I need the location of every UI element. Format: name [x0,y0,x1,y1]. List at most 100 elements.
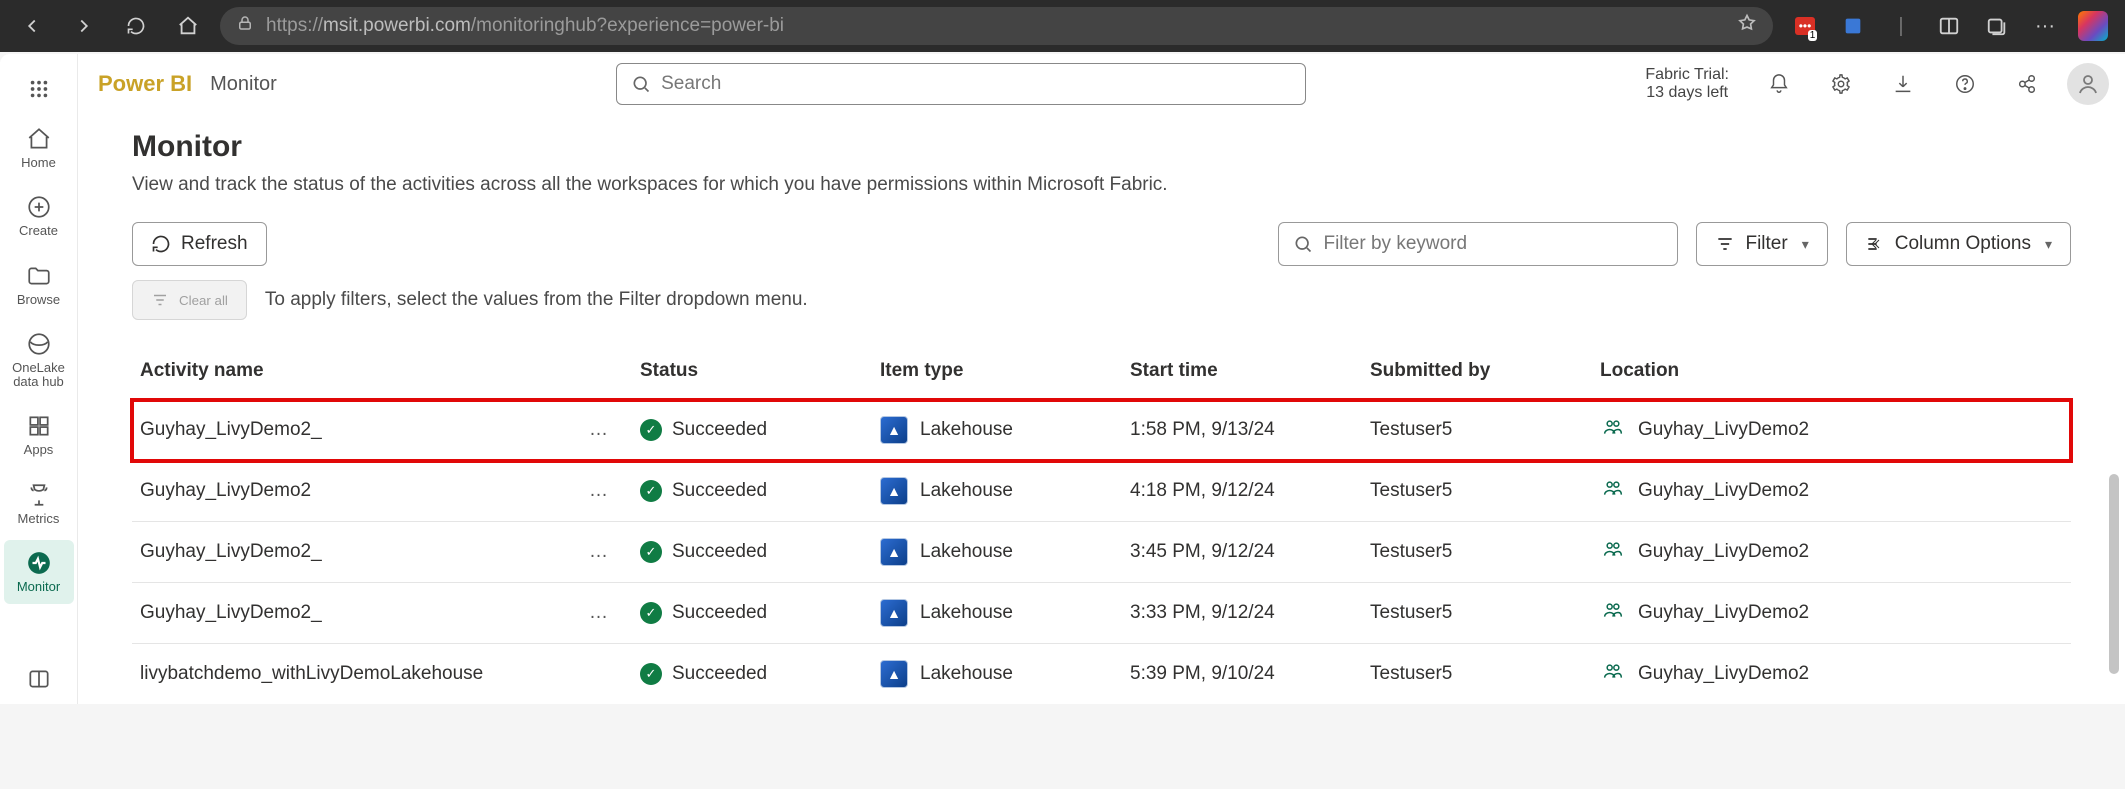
columns-icon [1865,234,1885,254]
nav-onelake[interactable]: OneLake data hub [4,321,74,400]
nav-onelake-label: OneLake data hub [4,361,74,390]
people-icon [1600,600,1626,626]
nav-monitor[interactable]: Monitor [4,540,74,604]
share-icon[interactable] [2005,62,2049,106]
scrollbar[interactable] [2109,474,2119,674]
submitted-by: Testuser5 [1362,522,1592,583]
filter-button[interactable]: Filter ▾ [1696,222,1827,266]
clear-all-button[interactable]: Clear all [132,280,247,320]
top-bar: Power BI Monitor Search Fabric Trial: 13… [78,54,2125,114]
nav-browse-label: Browse [17,293,60,307]
more-icon[interactable]: … [589,541,624,563]
people-icon [1600,417,1626,443]
refresh-button[interactable]: Refresh [132,222,267,266]
split-screen-icon[interactable] [1929,6,1969,46]
status-text: Succeeded [672,480,767,502]
back-button[interactable] [12,6,52,46]
submitted-by: Testuser5 [1362,461,1592,522]
table-row[interactable]: Guyhay_LivyDemo2_…✓Succeeded▲Lakehouse3:… [132,583,2071,644]
nav-apps-label: Apps [24,443,54,457]
notes-icon[interactable] [1833,6,1873,46]
clear-icon [151,291,169,309]
col-status[interactable]: Status [632,348,872,400]
content: Monitor View and track the status of the… [78,114,2125,704]
user-avatar[interactable] [2067,63,2109,105]
main-area: Power BI Monitor Search Fabric Trial: 13… [78,54,2125,704]
col-location[interactable]: Location [1592,348,2071,400]
location-text: Guyhay_LivyDemo2 [1638,541,1809,563]
page-title: Monitor [132,130,2071,164]
lakehouse-icon: ▲ [880,660,908,688]
column-options-button[interactable]: Column Options ▾ [1846,222,2071,266]
col-activity[interactable]: Activity name [132,348,632,400]
activity-name: Guyhay_LivyDemo2_ [140,541,322,563]
download-icon[interactable] [1881,62,1925,106]
start-time: 4:18 PM, 9/12/24 [1122,461,1362,522]
activity-name: livybatchdemo_withLivyDemoLakehouse [140,663,483,685]
breadcrumb[interactable]: Monitor [210,73,277,96]
address-bar[interactable]: https://msit.powerbi.com/monitoringhub?e… [220,7,1773,45]
submitted-by: Testuser5 [1362,400,1592,461]
col-item-type[interactable]: Item type [872,348,1122,400]
lakehouse-icon: ▲ [880,416,908,444]
lock-icon [236,14,254,38]
activity-name: Guyhay_LivyDemo2 [140,480,311,502]
left-nav: Home Create Browse OneLake data hub Apps… [0,54,78,704]
success-icon: ✓ [640,541,662,563]
table-row[interactable]: Guyhay_LivyDemo2_…✓Succeeded▲Lakehouse3:… [132,522,2071,583]
copilot-icon[interactable] [2073,6,2113,46]
refresh-icon [151,234,171,254]
more-icon[interactable]: … [589,480,624,502]
home-button[interactable] [168,6,208,46]
people-icon [1600,539,1626,565]
nav-home-label: Home [21,156,56,170]
extension-icon[interactable]: •••1 [1785,6,1825,46]
location-text: Guyhay_LivyDemo2 [1638,602,1809,624]
nav-apps[interactable]: Apps [4,403,74,467]
nav-metrics-label: Metrics [18,512,60,526]
start-time: 5:39 PM, 9/10/24 [1122,644,1362,705]
browser-toolbar: https://msit.powerbi.com/monitoringhub?e… [0,0,2125,52]
global-search[interactable]: Search [616,63,1306,105]
chevron-down-icon: ▾ [1802,236,1809,253]
help-icon[interactable] [1943,62,1987,106]
status-text: Succeeded [672,602,767,624]
filter-hint: To apply filters, select the values from… [265,289,808,311]
more-icon[interactable]: … [589,419,624,441]
forward-button[interactable] [64,6,104,46]
table-row[interactable]: livybatchdemo_withLivyDemoLakehouse✓Succ… [132,644,2071,705]
toolbar: Refresh Filter by keyword Filter ▾ Colum… [132,222,2071,266]
success-icon: ✓ [640,480,662,502]
settings-icon[interactable] [1819,62,1863,106]
nav-workspaces[interactable] [4,656,74,702]
people-icon [1600,478,1626,504]
nav-create-label: Create [19,224,58,238]
filter-keyword-input[interactable]: Filter by keyword [1278,222,1678,266]
item-type: Lakehouse [920,480,1013,502]
success-icon: ✓ [640,663,662,685]
table-row[interactable]: Guyhay_LivyDemo2_…✓Succeeded▲Lakehouse1:… [132,400,2071,461]
nav-home[interactable]: Home [4,116,74,180]
nav-metrics[interactable]: Metrics [4,472,74,536]
trial-status[interactable]: Fabric Trial: 13 days left [1645,66,1729,103]
notifications-icon[interactable] [1757,62,1801,106]
table-row[interactable]: Guyhay_LivyDemo2…✓Succeeded▲Lakehouse4:1… [132,461,2071,522]
start-time: 1:58 PM, 9/13/24 [1122,400,1362,461]
more-icon[interactable]: ··· [2025,6,2065,46]
col-submitted-by[interactable]: Submitted by [1362,348,1592,400]
people-icon [1600,661,1626,687]
search-icon [1293,234,1313,254]
nav-browse[interactable]: Browse [4,253,74,317]
more-icon[interactable]: … [589,602,624,624]
search-icon [631,74,651,94]
reload-button[interactable] [116,6,156,46]
app-launcher-icon[interactable] [14,64,64,114]
favorite-icon[interactable] [1737,13,1757,39]
submitted-by: Testuser5 [1362,644,1592,705]
item-type: Lakehouse [920,602,1013,624]
col-start-time[interactable]: Start time [1122,348,1362,400]
nav-create[interactable]: Create [4,184,74,248]
collections-icon[interactable] [1977,6,2017,46]
lakehouse-icon: ▲ [880,599,908,627]
lakehouse-icon: ▲ [880,538,908,566]
